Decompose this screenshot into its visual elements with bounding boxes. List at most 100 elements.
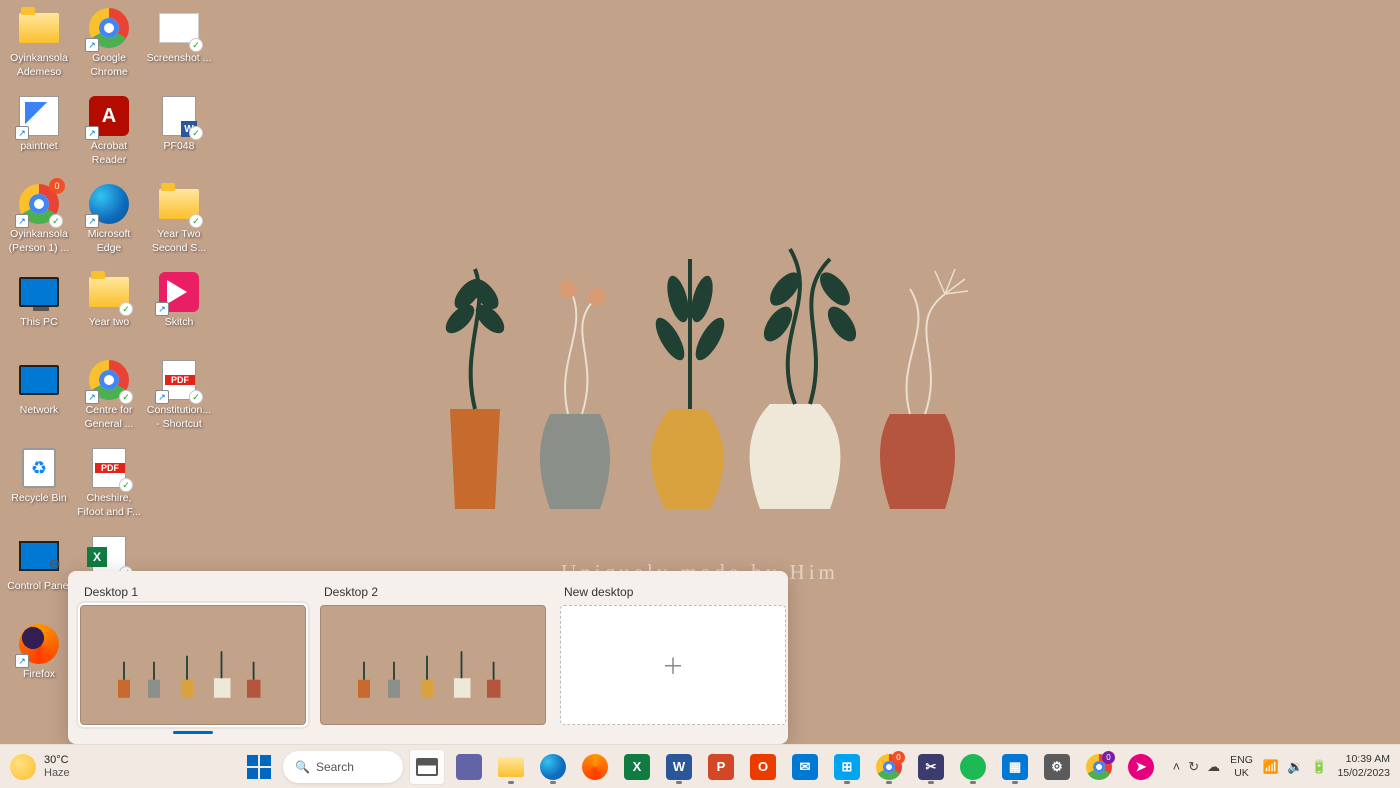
browser[interactable]: ▦ bbox=[997, 749, 1033, 785]
tray-chevron-icon[interactable]: ˄ bbox=[1173, 759, 1181, 774]
weather-condition: Haze bbox=[44, 767, 70, 779]
snipping-tool-icon: ✂ bbox=[918, 754, 944, 780]
taskbar: 30°C Haze 🔍Search XWPO ✉ ⊞ 0 ✂ ▦ ⚙ 0 ➤ ˄ ↻ ☁ ENG … bbox=[0, 744, 1400, 788]
desktop-icon-user-folder[interactable]: Oyinkansola Ademeso bbox=[4, 4, 74, 92]
running-indicator bbox=[844, 781, 850, 784]
sync-badge-icon: ✓ bbox=[119, 478, 133, 492]
desktop-icon-label: Constitution... - Shortcut bbox=[145, 404, 213, 431]
virtual-desktop-1[interactable]: Desktop 1 bbox=[80, 585, 306, 734]
powerpoint[interactable]: P bbox=[703, 749, 739, 785]
running-indicator bbox=[1012, 781, 1018, 784]
clock-time: 10:39 AM bbox=[1337, 753, 1390, 766]
running-indicator bbox=[508, 781, 514, 784]
wifi-icon[interactable]: 📶 bbox=[1263, 759, 1279, 775]
clock[interactable]: 10:39 AM 15/02/2023 bbox=[1337, 753, 1390, 779]
task-view-button[interactable] bbox=[409, 749, 445, 785]
desktop-icon-chrome-person[interactable]: ↗✓0Oyinkansola (Person 1) ... bbox=[4, 180, 74, 268]
shortcut-arrow-icon: ↗ bbox=[85, 38, 99, 52]
desktop-icon-recycle-bin[interactable]: Recycle Bin bbox=[4, 444, 74, 532]
word[interactable]: W bbox=[661, 749, 697, 785]
microsoft-edge-icon bbox=[540, 754, 566, 780]
desktop-icon-year-two-second[interactable]: ✓Year Two Second S... bbox=[144, 180, 214, 268]
running-indicator bbox=[928, 781, 934, 784]
firefox[interactable] bbox=[577, 749, 613, 785]
google-chrome[interactable]: 0 bbox=[871, 749, 907, 785]
shortcut-arrow-icon: ↗ bbox=[155, 302, 169, 316]
volume-icon[interactable]: 🔉 bbox=[1287, 759, 1303, 775]
desktop-icon-pf048[interactable]: ✓PF048 bbox=[144, 92, 214, 180]
sync-badge-icon: ✓ bbox=[49, 214, 63, 228]
teams-chat[interactable] bbox=[451, 749, 487, 785]
language-indicator[interactable]: ENG UK bbox=[1230, 754, 1253, 779]
shortcut-arrow-icon: ↗ bbox=[15, 654, 29, 668]
shortcut-arrow-icon: ↗ bbox=[85, 390, 99, 404]
shortcut-arrow-icon: ↗ bbox=[85, 126, 99, 140]
desktop-icon-screenshot[interactable]: ✓Screenshot ... bbox=[144, 4, 214, 92]
settings-icon: ⚙ bbox=[1044, 754, 1070, 780]
shortcut-arrow-icon: ↗ bbox=[15, 214, 29, 228]
mail-icon: ✉ bbox=[792, 754, 818, 780]
desktop-icon-label: Network bbox=[20, 404, 59, 418]
weather-temp: 30°C bbox=[44, 754, 70, 766]
weather-widget[interactable]: 30°C Haze bbox=[10, 754, 70, 780]
sync-badge-icon: ✓ bbox=[189, 38, 203, 52]
snipping-tool[interactable]: ✂ bbox=[913, 749, 949, 785]
lang-bottom: UK bbox=[1230, 767, 1253, 780]
sync-badge-icon: ✓ bbox=[189, 390, 203, 404]
taskbar-center: 🔍Search XWPO ✉ ⊞ 0 ✂ ▦ ⚙ 0 ➤ bbox=[241, 749, 1159, 785]
virtual-desktop-2[interactable]: Desktop 2 bbox=[320, 585, 546, 734]
sync-badge-icon: ✓ bbox=[119, 302, 133, 316]
mail[interactable]: ✉ bbox=[787, 749, 823, 785]
office[interactable]: O bbox=[745, 749, 781, 785]
desktop-icon-year-two[interactable]: ✓Year two bbox=[74, 268, 144, 356]
running-indicator bbox=[550, 781, 556, 784]
settings[interactable]: ⚙ bbox=[1039, 749, 1075, 785]
desktop-icon-label: Firefox bbox=[23, 668, 55, 682]
desktop-icon-label: Oyinkansola Ademeso bbox=[5, 52, 73, 79]
desktop-icon-network[interactable]: Network bbox=[4, 356, 74, 444]
excel[interactable]: X bbox=[619, 749, 655, 785]
file-explorer[interactable] bbox=[493, 749, 529, 785]
search-box[interactable]: 🔍Search bbox=[283, 751, 403, 783]
word-icon: W bbox=[666, 754, 692, 780]
desktop-icon-label: paintnet bbox=[20, 140, 57, 154]
tray-sync-icon[interactable]: ↻ bbox=[1188, 759, 1199, 775]
desktop-icon-this-pc[interactable]: This PC bbox=[4, 268, 74, 356]
office-icon: O bbox=[750, 754, 776, 780]
search-icon: 🔍 bbox=[295, 760, 310, 774]
microsoft-store[interactable]: ⊞ bbox=[829, 749, 865, 785]
desktop-icon-centre-for-general[interactable]: ↗✓Centre for General ... bbox=[74, 356, 144, 444]
chrome-profile[interactable]: 0 bbox=[1081, 749, 1117, 785]
plus-icon: ＋ bbox=[560, 605, 786, 725]
desktop-icon-label: Cheshire, Fifoot and F... bbox=[75, 492, 143, 519]
desktop-icon-ms-edge[interactable]: ↗Microsoft Edge bbox=[74, 180, 144, 268]
desktop-icon-constitution[interactable]: ↗ ✓Constitution... - Shortcut bbox=[144, 356, 214, 444]
tray-onedrive-icon[interactable]: ☁ bbox=[1207, 759, 1220, 775]
file-explorer-icon bbox=[498, 757, 524, 777]
new-desktop-button[interactable]: New desktop ＋ bbox=[560, 585, 786, 734]
desktop-icon-skitch[interactable]: ↗Skitch bbox=[144, 268, 214, 356]
desktop-icon-google-chrome[interactable]: ↗Google Chrome bbox=[74, 4, 144, 92]
shortcut-arrow-icon: ↗ bbox=[155, 390, 169, 404]
app-pink[interactable]: ➤ bbox=[1123, 749, 1159, 785]
spotify[interactable] bbox=[955, 749, 991, 785]
notification-badge: 0 bbox=[1102, 751, 1115, 764]
start-button[interactable] bbox=[241, 749, 277, 785]
virtual-desktop-thumb bbox=[80, 605, 306, 725]
sync-badge-icon: ✓ bbox=[189, 214, 203, 228]
desktop-icon-control-panel[interactable]: Control Panel bbox=[4, 532, 74, 620]
microsoft-store-icon: ⊞ bbox=[834, 754, 860, 780]
microsoft-edge[interactable] bbox=[535, 749, 571, 785]
virtual-desktop-label: Desktop 2 bbox=[324, 585, 546, 599]
desktop-icon-cheshire[interactable]: ✓Cheshire, Fifoot and F... bbox=[74, 444, 144, 532]
desktop-icon-firefox[interactable]: ↗Firefox bbox=[4, 620, 74, 708]
desktop-icon-acrobat[interactable]: A↗Acrobat Reader bbox=[74, 92, 144, 180]
new-desktop-label: New desktop bbox=[564, 585, 786, 599]
spotify-icon bbox=[960, 754, 986, 780]
desktop-icon-label: PF048 bbox=[164, 140, 195, 154]
sync-badge-icon: ✓ bbox=[189, 126, 203, 140]
desktop-icon-paintnet[interactable]: ↗paintnet bbox=[4, 92, 74, 180]
desktop-icon-label: Year two bbox=[89, 316, 129, 330]
desktop-icon-label: Skitch bbox=[165, 316, 194, 330]
battery-icon[interactable]: 🔋 bbox=[1311, 759, 1327, 775]
